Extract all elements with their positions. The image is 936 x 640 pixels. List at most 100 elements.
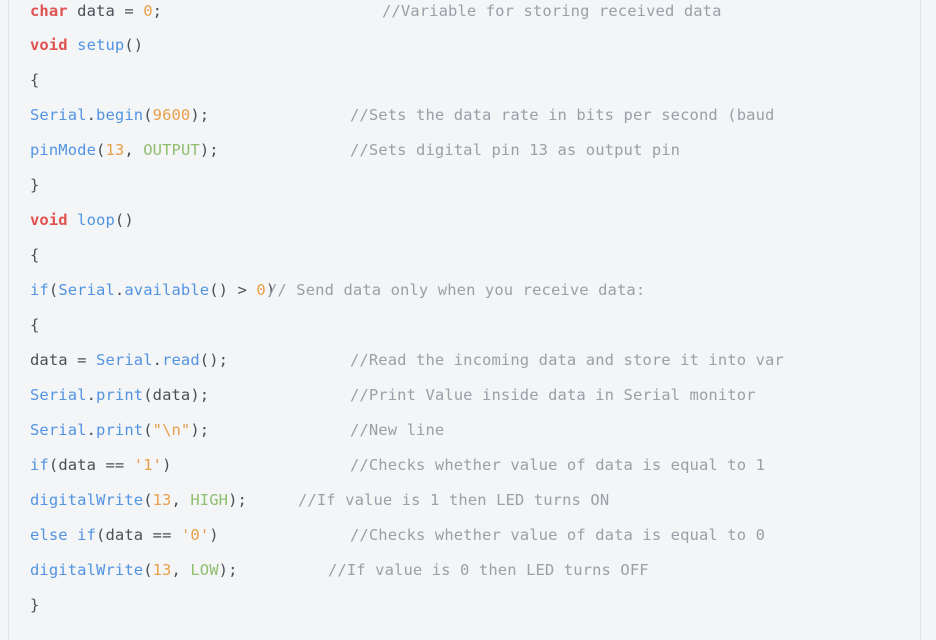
token-punct: ()	[124, 36, 144, 54]
token-punct: () >	[209, 281, 257, 299]
token-fn: digitalWrite	[30, 561, 144, 579]
token-num: 13	[152, 491, 172, 509]
token-punct: )	[162, 456, 172, 474]
code-line-comment: //Checks whether value of data is equal …	[350, 526, 765, 544]
code-line: }	[0, 588, 936, 623]
code-line-comment: //Sets digital pin 13 as output pin	[350, 141, 681, 159]
token-punct: .	[114, 281, 125, 299]
code-line-comment: //Variable for storing received data	[382, 2, 722, 20]
token-num: 0	[143, 2, 153, 20]
token-keyword: void	[30, 211, 68, 229]
token-num: 0	[256, 281, 266, 299]
token-punct: {	[30, 71, 40, 89]
token-punct: ==	[96, 456, 134, 474]
code-line: digitalWrite(13, LOW); //If value is 0 th…	[0, 553, 936, 588]
token-num: 9600	[152, 106, 191, 124]
code-line-source: else if(data == '0')	[30, 526, 219, 544]
code-line-source: if(Serial.available() > 0)	[30, 281, 275, 299]
code-line-source: Serial.print(data);	[30, 386, 209, 404]
code-line-source: Serial.begin(9600);	[30, 106, 209, 124]
code-line: else if(data == '0') //Checks whether val…	[0, 518, 936, 553]
code-line-comment: //New line	[350, 421, 445, 439]
token-punct: (	[143, 386, 153, 404]
code-viewport[interactable]: char data = 0; //Variable for storing rec…	[0, 0, 936, 640]
token-plain: data	[30, 351, 68, 369]
token-punct: ==	[143, 526, 181, 544]
token-str: '0'	[180, 526, 210, 544]
code-line: if(data == '1') //Checks whether value of…	[0, 448, 936, 483]
token-obj: Serial	[30, 386, 87, 404]
code-line-source: void loop()	[30, 211, 134, 229]
code-block[interactable]: char data = 0; //Variable for storing rec…	[0, 0, 936, 640]
token-punct: ;	[152, 2, 163, 20]
token-punct: (	[143, 106, 153, 124]
token-control: else	[30, 526, 68, 544]
token-punct: }	[30, 596, 40, 614]
code-line: {	[0, 238, 936, 273]
token-const: HIGH	[190, 491, 229, 509]
token-fn: digitalWrite	[30, 491, 144, 509]
token-method: print	[96, 421, 144, 439]
token-plain: data	[77, 2, 115, 20]
code-line-source: data = Serial.read();	[30, 351, 228, 369]
token-plain: =	[114, 2, 144, 20]
code-line-source: digitalWrite(13, LOW);	[30, 561, 238, 579]
code-line: if(Serial.available() > 0)// Send data o…	[0, 273, 936, 308]
token-plain: data	[105, 526, 144, 544]
token-plain: data	[152, 386, 191, 404]
token-punct: .	[86, 386, 97, 404]
token-num: 13	[105, 141, 125, 159]
token-punct: );	[228, 491, 247, 509]
token-method: print	[96, 386, 144, 404]
token-plain: =	[67, 351, 97, 369]
code-line-source: Serial.print("\n");	[30, 421, 209, 439]
code-line-comment: // Send data only when you receive data:	[268, 281, 646, 299]
code-line: Serial.print("\n"); //New line	[0, 413, 936, 448]
token-punct: );	[199, 141, 219, 159]
token-control: if	[77, 526, 97, 544]
token-punct: ();	[199, 351, 229, 369]
token-control: if	[30, 456, 49, 474]
token-punct: (	[143, 561, 153, 579]
token-obj: Serial	[30, 421, 87, 439]
token-const: LOW	[190, 561, 219, 579]
code-line: data = Serial.read(); //Read the incoming…	[0, 343, 936, 378]
token-punct: {	[30, 246, 40, 264]
code-line-comment: //Read the incoming data and store it in…	[350, 351, 784, 369]
token-fn: setup	[77, 36, 125, 54]
token-punct: ,	[171, 491, 191, 509]
token-method: read	[162, 351, 200, 369]
token-punct: }	[30, 176, 40, 194]
code-line-source: digitalWrite(13, HIGH);	[30, 491, 247, 509]
code-line: pinMode(13, OUTPUT); //Sets digital pin 1…	[0, 133, 936, 168]
token-num: 13	[152, 561, 172, 579]
code-line-source: void setup()	[30, 36, 143, 54]
code-line: Serial.begin(9600); //Sets the data rate …	[0, 98, 936, 133]
token-punct: )	[209, 526, 219, 544]
token-punct: (	[48, 281, 59, 299]
token-punct: (	[48, 456, 59, 474]
token-str: "\n"	[152, 421, 191, 439]
code-line-source: {	[30, 71, 39, 89]
code-line-comment: //If value is 1 then LED turns ON	[298, 491, 610, 509]
token-punct: );	[218, 561, 238, 579]
token-keyword: void	[30, 36, 68, 54]
code-line: digitalWrite(13, HIGH); //If value is 1 t…	[0, 483, 936, 518]
token-punct: .	[86, 421, 97, 439]
token-obj: Serial	[96, 351, 153, 369]
code-line-source: {	[30, 246, 39, 264]
token-punct: {	[30, 316, 40, 334]
code-line-source: if(data == '1')	[30, 456, 172, 474]
code-line: {	[0, 63, 936, 98]
code-line: char data = 0; //Variable for storing rec…	[0, 0, 936, 28]
code-line-source: }	[30, 596, 39, 614]
token-const: OUTPUT	[143, 141, 200, 159]
code-line-source: }	[30, 176, 39, 194]
token-punct: ()	[114, 211, 134, 229]
token-method: available	[124, 281, 210, 299]
token-punct: (	[143, 491, 153, 509]
